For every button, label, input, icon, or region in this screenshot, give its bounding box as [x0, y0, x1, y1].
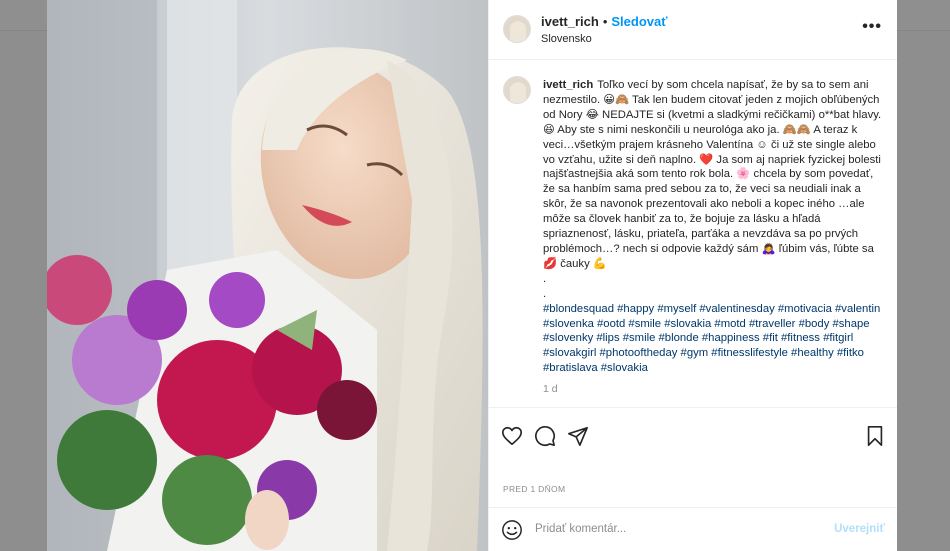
share-icon[interactable] — [567, 425, 589, 447]
emoji-icon[interactable] — [501, 519, 523, 541]
like-icon[interactable] — [501, 425, 523, 447]
more-options-icon[interactable]: ••• — [862, 18, 882, 36]
action-bar — [489, 407, 897, 463]
caption-text: Toľko vecí by som chcela napísať, že by … — [543, 79, 882, 270]
comment-icon[interactable] — [534, 425, 556, 447]
comment-bar: Pridať komentár... Uverejniť — [489, 507, 897, 551]
follow-button[interactable]: Sledovať — [611, 14, 667, 29]
comment-input[interactable]: Pridať komentár... — [535, 523, 626, 535]
post-modal: ivett_rich • Sledovať Slovensko ••• ivett_… — [47, 0, 897, 551]
header-username-row: ivett_rich • Sledovať — [541, 14, 667, 29]
caption-dot: . — [543, 287, 547, 300]
caption-section[interactable]: ivett_rich Toľko vecí by som chcela napís… — [489, 60, 897, 400]
caption-username[interactable]: ivett_rich — [543, 79, 593, 91]
author-avatar[interactable] — [503, 15, 531, 43]
save-icon[interactable] — [864, 425, 886, 447]
post-location[interactable]: Slovensko — [541, 33, 592, 45]
caption-timestamp: 1 d — [543, 383, 558, 395]
post-comment-button[interactable]: Uverejniť — [834, 523, 885, 535]
post-photo — [47, 0, 488, 551]
post-date: PRED 1 DŇOM — [503, 484, 566, 494]
post-side-panel: ivett_rich • Sledovať Slovensko ••• ivett_… — [488, 0, 897, 551]
post-caption: ivett_rich Toľko vecí by som chcela napís… — [543, 78, 883, 376]
separator-dot: • — [602, 14, 608, 29]
caption-avatar[interactable] — [503, 76, 531, 104]
caption-hashtags[interactable]: #blondesquad #happy #myself #valentinesd… — [543, 302, 883, 377]
post-header: ivett_rich • Sledovať Slovensko ••• — [489, 0, 897, 60]
author-username[interactable]: ivett_rich — [541, 14, 599, 29]
caption-dot: . — [543, 272, 547, 285]
